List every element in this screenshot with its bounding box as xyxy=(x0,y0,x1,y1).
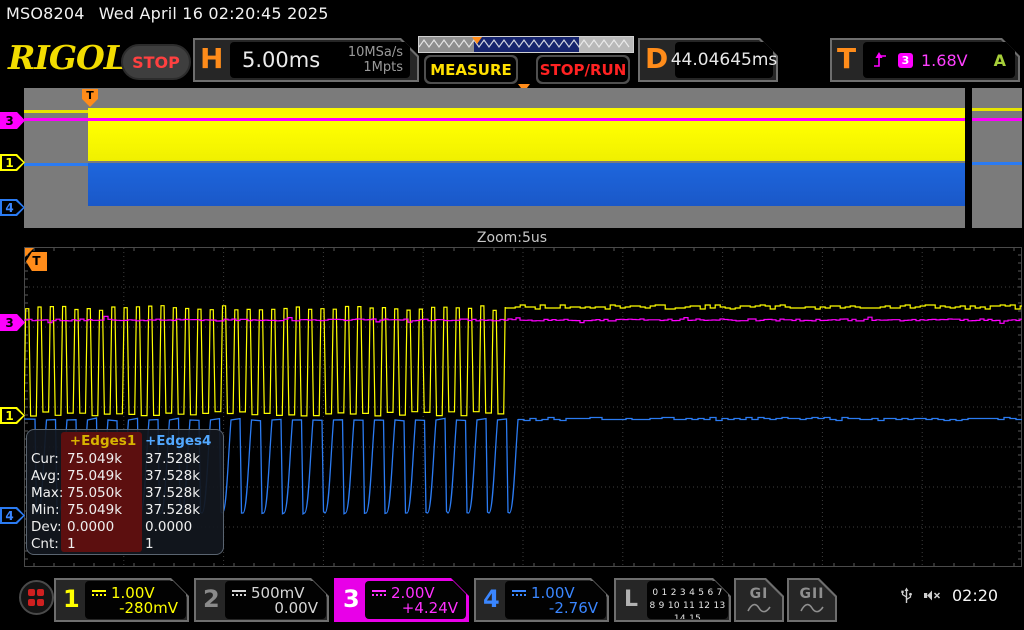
overview-ch3-marker[interactable]: 3 xyxy=(0,112,25,129)
trigger-source-badge: 3 xyxy=(898,53,913,68)
channel1-box[interactable]: 1 1.00V -280mV xyxy=(54,578,189,622)
oscilloscope-screen: MSO8204Wed April 16 02:20:45 2025 RIGOL … xyxy=(0,0,1024,630)
channel4-number: 4 xyxy=(483,585,500,613)
usb-icon xyxy=(900,587,913,605)
logic-row1: 0 1 2 3 4 5 6 7 xyxy=(647,587,728,600)
speaker-muted-icon[interactable] xyxy=(923,588,942,603)
clock: 02:20 xyxy=(952,586,998,605)
run-state-badge[interactable]: STOP xyxy=(121,44,191,80)
ch1-overview-band xyxy=(88,108,965,161)
plot-ch4-marker[interactable]: 4 xyxy=(0,507,25,524)
sine-wave-icon xyxy=(747,603,771,614)
zoom-window-indicator[interactable] xyxy=(965,88,972,228)
dc-coupling-icon xyxy=(372,590,386,596)
measurement-row: Cnt:11 xyxy=(27,536,223,553)
datetime: Wed April 16 02:20:45 2025 xyxy=(99,4,329,23)
overview-ch4-marker[interactable]: 4 xyxy=(0,199,25,216)
sample-rate: 10MSa/s xyxy=(348,45,403,60)
overview-trigger-flag[interactable]: T xyxy=(82,89,98,107)
waveform-overview-strip[interactable]: T xyxy=(24,88,1022,228)
generator1-label: GI xyxy=(750,586,769,602)
channel1-number: 1 xyxy=(63,585,80,613)
grid-menu-icon xyxy=(28,589,45,606)
stop-run-button[interactable]: STOP/RUN xyxy=(536,55,630,84)
measurement-row: Cur:75.049k37.528k xyxy=(27,451,223,468)
trigger-label: T xyxy=(837,42,856,75)
logic-row2: 8 9 10 11 12 13 14 15 xyxy=(647,600,728,626)
plot-ch3-marker[interactable]: 3 xyxy=(0,314,25,331)
model-name: MSO8204 xyxy=(6,4,85,23)
posbar-zigzag xyxy=(419,37,633,52)
zoom-timebase-label: Zoom:5us xyxy=(0,230,1024,246)
ch4-idle-line xyxy=(24,163,88,166)
measurement-popup: +Edges1 +Edges4 Cur:75.049k37.528kAvg:75… xyxy=(26,429,224,555)
channel3-offset: +4.24V xyxy=(402,599,458,617)
measurement-row: Min:75.049k37.528k xyxy=(27,502,223,519)
trigger-settings-group[interactable]: T 3 1.68V A xyxy=(830,38,1020,82)
channel3-box[interactable]: 3 2.00V +4.24V xyxy=(334,578,469,622)
rigol-logo: RIGOL xyxy=(8,38,126,77)
dc-coupling-icon xyxy=(232,590,246,596)
delay-label: D xyxy=(645,42,668,75)
status-area: 02:20 xyxy=(900,586,998,605)
horizontal-settings-group[interactable]: H 5.00ms 10MSa/s 1Mpts xyxy=(193,38,419,82)
titlebar: MSO8204 Wed April 16 02:20:45 2025 xyxy=(6,4,329,23)
memory-depth: 1Mpts xyxy=(363,60,403,75)
logic-label: L xyxy=(624,587,638,612)
channel2-box[interactable]: 2 500mV 0.00V xyxy=(194,578,329,622)
horizontal-label: H xyxy=(200,42,223,75)
menu-button[interactable] xyxy=(19,580,54,615)
posbar-marker-icon xyxy=(472,37,482,44)
ch3-overview-line xyxy=(24,118,1022,121)
measurement-row: Dev:0.00000.0000 xyxy=(27,519,223,536)
channel4-offset: -2.76V xyxy=(549,599,598,617)
measurement-row: Avg:75.049k37.528k xyxy=(27,468,223,485)
overview-ch1-marker[interactable]: 1 xyxy=(0,154,25,171)
rising-edge-trigger-icon xyxy=(872,50,888,70)
trigger-level: 1.68V xyxy=(921,51,968,70)
channel3-number: 3 xyxy=(343,585,360,613)
ch4-overview-band xyxy=(88,163,965,206)
measure-button[interactable]: MEASURE xyxy=(424,55,518,84)
sine-wave-icon xyxy=(800,603,824,614)
channel2-offset: 0.00V xyxy=(274,599,318,617)
dc-coupling-icon xyxy=(512,590,526,596)
ch1-tail-line xyxy=(972,108,1022,111)
generator2-button[interactable]: GII xyxy=(787,578,837,622)
channel2-number: 2 xyxy=(203,585,220,613)
waveform-position-bar[interactable] xyxy=(418,36,634,53)
delay-readout-group[interactable]: D 44.04645ms xyxy=(638,38,778,82)
generator1-button[interactable]: GI xyxy=(734,578,784,622)
logic-channels-box[interactable]: L 0 1 2 3 4 5 6 7 8 9 10 11 12 13 14 15 xyxy=(614,578,731,622)
plot-ch1-marker[interactable]: 1 xyxy=(0,407,25,424)
delay-value: 44.04645ms xyxy=(671,50,778,70)
ch1-idle-line xyxy=(24,110,88,113)
generator2-label: GII xyxy=(800,586,825,602)
channel1-offset: -280mV xyxy=(119,599,178,617)
trigger-mode: A xyxy=(994,51,1006,70)
measurement-col1-header: +Edges1 xyxy=(67,433,139,450)
measurement-col2-header: +Edges4 xyxy=(145,433,219,450)
ch4-tail-line xyxy=(972,162,1022,165)
dc-coupling-icon xyxy=(92,590,106,596)
measurement-row: Max:75.050k37.528k xyxy=(27,485,223,502)
channel4-box[interactable]: 4 1.00V -2.76V xyxy=(474,578,609,622)
timebase-value: 5.00ms xyxy=(242,48,320,72)
